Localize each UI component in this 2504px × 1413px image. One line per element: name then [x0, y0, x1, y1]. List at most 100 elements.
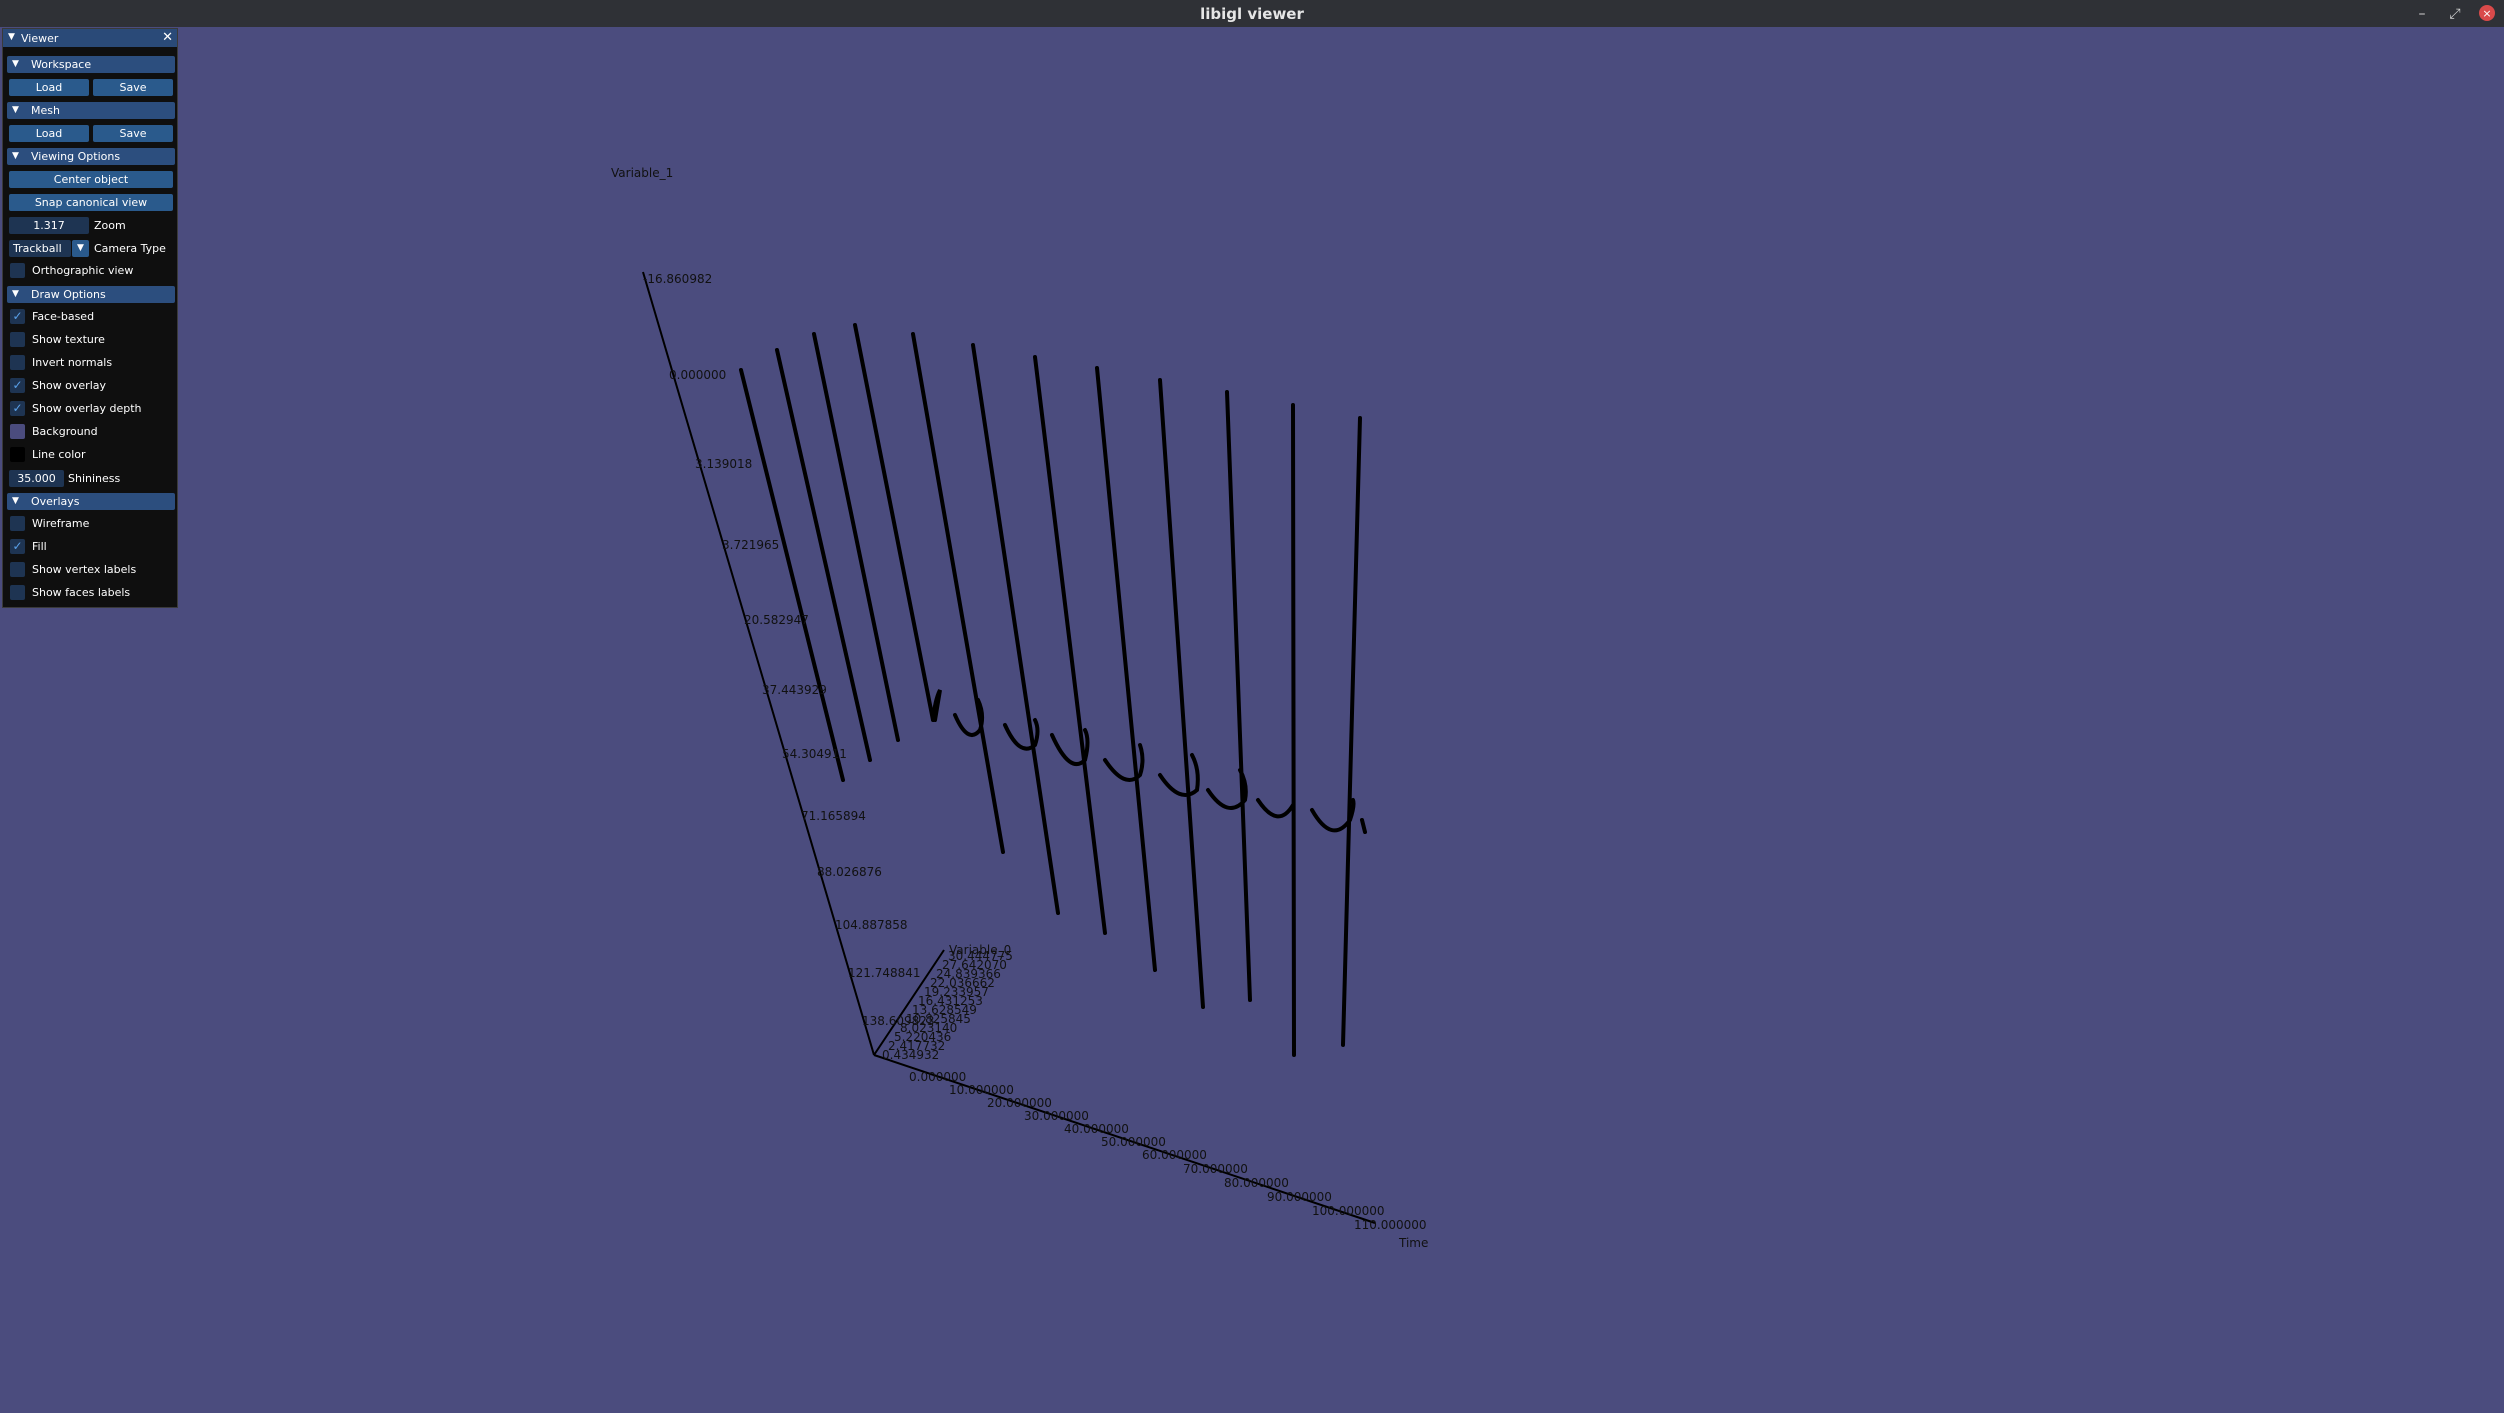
camera-type-select[interactable]: Trackball — [9, 240, 71, 257]
time-tick-label: 0.000000 — [909, 1070, 966, 1084]
curve-11 — [1256, 403, 1296, 1057]
face-based-checkbox[interactable]: ✓ — [10, 309, 25, 324]
fill-label: Fill — [32, 540, 47, 553]
face-based-label: Face-based — [32, 310, 95, 323]
variable-1-tick-label: -16.860982 — [643, 272, 712, 286]
curve-12 — [1310, 416, 1367, 1047]
show-overlay-label: Show overlay — [32, 379, 107, 392]
time-tick-label: 110.000000 — [1354, 1218, 1427, 1232]
axis-tick-labels: Variable_1 -16.860982 0.000000 3.139018 3.72… — [611, 166, 1428, 1250]
variable-1-tick-label: 54.304911 — [782, 747, 847, 761]
collapse-triangle-icon: ▼ — [12, 496, 19, 506]
show-texture-checkbox[interactable] — [10, 332, 25, 347]
time-tick-label: 50.000000 — [1101, 1135, 1166, 1149]
variable-1-tick-label: 71.165894 — [801, 809, 866, 823]
show-vertex-labels-checkbox[interactable] — [10, 562, 25, 577]
show-overlay-depth-checkbox[interactable]: ✓ — [10, 401, 25, 416]
invert-normals-checkbox[interactable] — [10, 355, 25, 370]
shininess-input[interactable]: 35.000 — [9, 470, 64, 487]
variable-1-tick-label: 3.139018 — [695, 457, 752, 471]
time-tick-label: 90.000000 — [1267, 1190, 1332, 1204]
close-icon[interactable]: × — [2479, 5, 2495, 21]
plot-curves — [739, 323, 1367, 1057]
chevron-down-icon[interactable]: ▼ — [72, 240, 89, 257]
orthographic-view-label: Orthographic view — [32, 264, 134, 277]
shininess-label: Shininess — [68, 472, 121, 485]
title-bar: libigl viewer – ⤢ × — [0, 0, 2504, 27]
background-label: Background — [32, 425, 98, 438]
camera-type-label: Camera Type — [94, 242, 166, 255]
collapse-triangle-icon: ▼ — [12, 151, 19, 161]
time-axis-name: Time — [1398, 1236, 1428, 1250]
zoom-label: Zoom — [94, 219, 126, 232]
variable-1-axis-name: Variable_1 — [611, 166, 673, 180]
time-tick-label: 100.000000 — [1312, 1204, 1385, 1218]
line-color-label: Line color — [32, 448, 86, 461]
show-texture-label: Show texture — [32, 333, 105, 346]
collapse-triangle-icon[interactable]: ▼ — [8, 32, 15, 42]
section-workspace[interactable]: ▼ Workspace — [7, 56, 175, 73]
mesh-load-button[interactable]: Load — [9, 125, 89, 142]
show-overlay-depth-label: Show overlay depth — [32, 402, 142, 415]
minimize-icon[interactable]: – — [2410, 0, 2434, 27]
time-tick-label: 10.000000 — [949, 1083, 1014, 1097]
zoom-input[interactable]: 1.317 — [9, 217, 89, 234]
section-overlays[interactable]: ▼ Overlays — [7, 493, 175, 510]
show-overlay-checkbox[interactable]: ✓ — [10, 378, 25, 393]
show-faces-labels-checkbox[interactable] — [10, 585, 25, 600]
workspace-save-button[interactable]: Save — [93, 79, 173, 96]
curve-4 — [853, 323, 942, 722]
maximize-icon[interactable]: ⤢ — [2443, 0, 2467, 27]
fill-checkbox[interactable]: ✓ — [10, 539, 25, 554]
section-label: Overlays — [31, 495, 80, 508]
section-label: Workspace — [31, 58, 92, 71]
show-vertex-labels-label: Show vertex labels — [32, 563, 137, 576]
line-color-swatch[interactable] — [10, 447, 25, 462]
variable-1-tick-label: 0.000000 — [669, 368, 726, 382]
curve-5 — [911, 332, 1005, 854]
mesh-save-button[interactable]: Save — [93, 125, 173, 142]
curve-3 — [812, 332, 900, 742]
viewer-panel: ▼ Viewer ✕ ▼ Workspace Load Save ▼ Mesh … — [2, 28, 178, 608]
section-label: Draw Options — [31, 288, 106, 301]
center-object-button[interactable]: Center object — [9, 171, 173, 188]
snap-canonical-view-button[interactable]: Snap canonical view — [9, 194, 173, 211]
variable-1-tick-label: 104.887858 — [835, 918, 908, 932]
panel-title: Viewer — [21, 32, 59, 45]
background-color-swatch[interactable] — [10, 424, 25, 439]
section-draw-options[interactable]: ▼ Draw Options — [7, 286, 175, 303]
workspace-load-button[interactable]: Load — [9, 79, 89, 96]
invert-normals-label: Invert normals — [32, 356, 113, 369]
variable-1-tick-label: 88.026876 — [817, 865, 882, 879]
variable-1-tick-label: 121.748841 — [848, 966, 921, 980]
time-tick-label: 30.000000 — [1024, 1109, 1089, 1123]
section-mesh[interactable]: ▼ Mesh — [7, 102, 175, 119]
curve-7 — [1033, 355, 1107, 935]
variable-0-tick-label: 30.444775 — [948, 949, 1013, 963]
wireframe-checkbox[interactable] — [10, 516, 25, 531]
section-viewing-options[interactable]: ▼ Viewing Options — [7, 148, 175, 165]
variable-1-tick-label: 37.443929 — [762, 683, 827, 697]
time-tick-label: 80.000000 — [1224, 1176, 1289, 1190]
variable-1-tick-label: 20.582947 — [744, 613, 809, 627]
show-faces-labels-label: Show faces labels — [32, 586, 131, 599]
time-tick-label: 20.000000 — [987, 1096, 1052, 1110]
section-label: Mesh — [31, 104, 60, 117]
wireframe-label: Wireframe — [32, 517, 90, 530]
variable-1-axis — [642, 271, 875, 1056]
curve-9 — [1158, 378, 1205, 1009]
time-tick-label: 70.000000 — [1183, 1162, 1248, 1176]
collapse-triangle-icon: ▼ — [12, 59, 19, 69]
curve-10 — [1206, 390, 1252, 1002]
time-tick-label: 40.000000 — [1064, 1122, 1129, 1136]
close-icon[interactable]: ✕ — [162, 30, 173, 45]
variable-1-tick-label: 3.721965 — [722, 538, 779, 552]
window-title: libigl viewer — [1200, 4, 1304, 23]
panel-title-bar[interactable]: ▼ Viewer ✕ — [3, 29, 177, 47]
collapse-triangle-icon: ▼ — [12, 105, 19, 115]
viewport-canvas[interactable]: Variable_1 -16.860982 0.000000 3.139018 3.72… — [0, 27, 2504, 1413]
time-tick-label: 60.000000 — [1142, 1148, 1207, 1162]
curve-8 — [1095, 366, 1157, 972]
orthographic-view-checkbox[interactable] — [10, 263, 25, 278]
collapse-triangle-icon: ▼ — [12, 289, 19, 299]
